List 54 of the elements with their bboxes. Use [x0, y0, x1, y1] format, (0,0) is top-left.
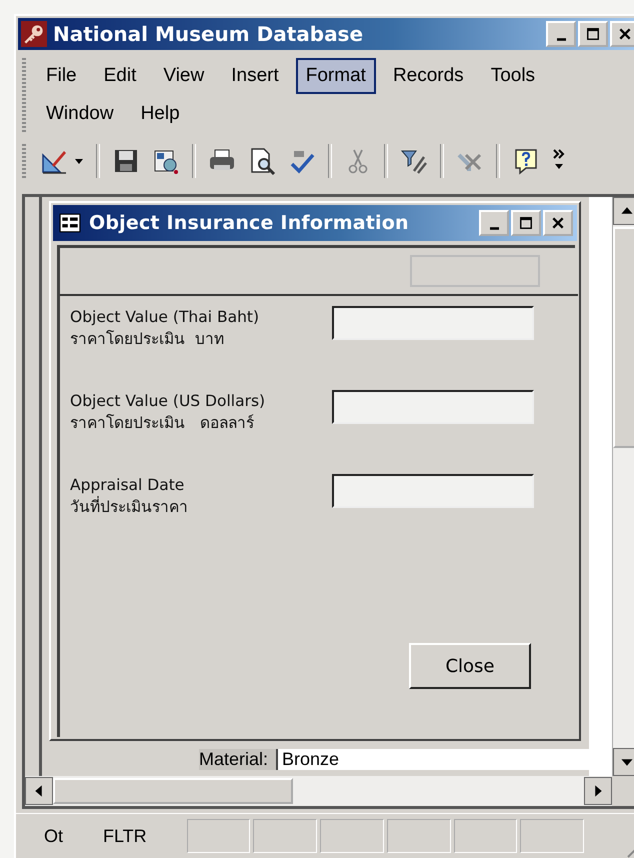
close-icon	[551, 216, 565, 230]
close-button[interactable]	[543, 210, 573, 236]
minimize-button[interactable]	[479, 210, 509, 236]
key-icon	[21, 21, 47, 47]
form-icon	[59, 213, 81, 233]
menu-item[interactable]: Window	[36, 96, 124, 132]
menu-item[interactable]: File	[36, 58, 87, 94]
save-icon[interactable]	[112, 147, 140, 175]
maximize-icon	[519, 216, 533, 230]
status-pane	[386, 819, 451, 853]
scroll-down-icon[interactable]	[613, 748, 634, 776]
scroll-up-icon[interactable]	[613, 197, 634, 225]
maximize-button[interactable]	[511, 210, 541, 236]
close-icon	[618, 27, 632, 41]
menu-item[interactable]: Help	[130, 96, 190, 132]
minimize-button[interactable]	[546, 21, 576, 47]
status-text: FLTR	[103, 826, 147, 846]
status-pane	[454, 819, 518, 853]
status-text: Ot	[44, 826, 64, 846]
maximize-button[interactable]	[578, 21, 608, 47]
field-label: ราคาโดยประเมิน ดอลลาร์	[70, 413, 255, 434]
field-label: Appraisal Date	[70, 475, 186, 496]
minimize-icon	[556, 38, 566, 40]
status-pane	[186, 819, 250, 853]
input-field[interactable]	[332, 474, 534, 508]
status-pane	[520, 819, 584, 853]
dialog-title: Object Insurance Information	[89, 212, 410, 234]
field-label: วันที่ประเมินราคา	[70, 496, 189, 518]
status-pane	[253, 819, 318, 853]
menu-item[interactable]: View	[153, 58, 214, 94]
input-field[interactable]	[332, 390, 534, 424]
menu-item[interactable]: Format	[296, 58, 376, 94]
scroll-thumb[interactable]	[53, 778, 293, 804]
field-label: Material:	[199, 749, 276, 770]
minimize-icon	[490, 226, 498, 230]
menu-item[interactable]: Tools	[480, 58, 546, 94]
maximize-icon	[586, 27, 600, 41]
menu-item[interactable]: Insert	[221, 58, 289, 94]
menu-item[interactable]: Records	[382, 58, 474, 94]
menu-item[interactable]: Edit	[94, 58, 146, 94]
input-field[interactable]	[332, 306, 534, 340]
close-button[interactable]	[610, 21, 634, 47]
field-label: Object Value (Thai Baht)	[70, 307, 260, 328]
close-button[interactable]: Close	[409, 643, 531, 689]
scroll-thumb[interactable]	[613, 227, 634, 448]
vertical-scrollbar[interactable]	[612, 197, 634, 776]
status-pane	[320, 819, 384, 853]
field-label: ราคาโดยประเมิน บาท	[70, 329, 225, 350]
caret-icon[interactable]	[74, 156, 84, 166]
horizontal-scrollbar[interactable]	[25, 776, 612, 806]
window-title: National Museum Database	[53, 22, 364, 46]
scroll-right-icon[interactable]	[584, 777, 612, 805]
scroll-left-icon[interactable]	[25, 777, 53, 805]
field-label: Object Value (US Dollars)	[70, 391, 266, 412]
